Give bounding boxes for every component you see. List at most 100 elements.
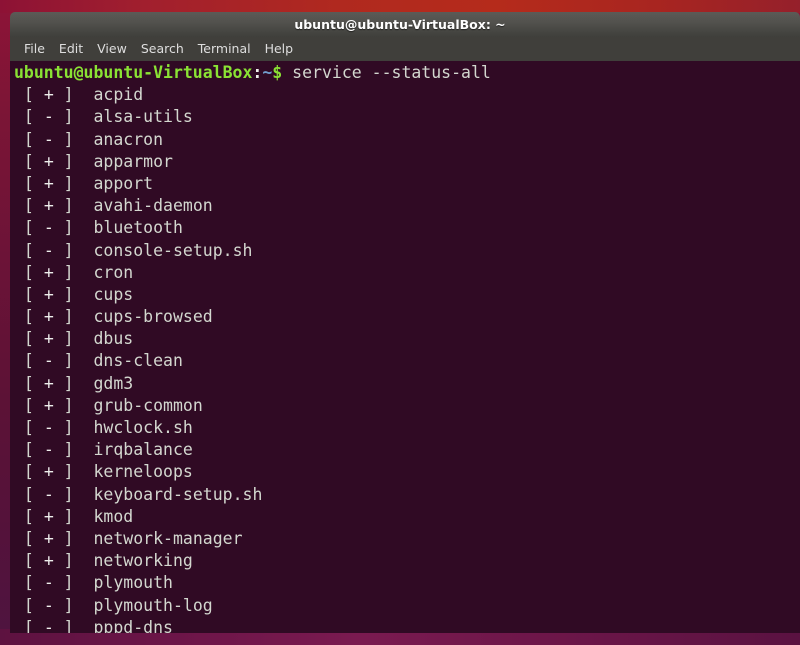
service-row: [ + ] gdm3 bbox=[14, 373, 800, 395]
service-status-close: ] bbox=[54, 618, 94, 633]
menu-item-terminal[interactable]: Terminal bbox=[191, 37, 258, 61]
service-row: [ + ] apport bbox=[14, 173, 800, 195]
service-status-indicator: - bbox=[44, 596, 54, 615]
service-name: pppd-dns bbox=[94, 618, 173, 633]
service-status-close: ] bbox=[54, 130, 94, 149]
service-row: [ - ] keyboard-setup.sh bbox=[14, 484, 800, 506]
service-name: grub-common bbox=[94, 396, 203, 415]
prompt-colon: : bbox=[252, 63, 262, 82]
service-status-indicator: + bbox=[44, 196, 54, 215]
service-status-close: ] bbox=[54, 374, 94, 393]
service-status-open: [ bbox=[14, 285, 44, 304]
service-name: gdm3 bbox=[94, 374, 134, 393]
service-name: apport bbox=[94, 174, 154, 193]
service-status-indicator: - bbox=[44, 218, 54, 237]
service-status-indicator: + bbox=[44, 307, 54, 326]
service-status-indicator: + bbox=[44, 174, 54, 193]
service-status-open: [ bbox=[14, 152, 44, 171]
service-status-indicator: + bbox=[44, 285, 54, 304]
service-row: [ + ] apparmor bbox=[14, 151, 800, 173]
terminal-window: ubuntu@ubuntu-VirtualBox: ~ File Edit Vi… bbox=[10, 12, 800, 633]
menu-item-file[interactable]: File bbox=[17, 37, 52, 61]
service-row: [ + ] network-manager bbox=[14, 528, 800, 550]
service-status-open: [ bbox=[14, 485, 44, 504]
service-row: [ - ] plymouth bbox=[14, 572, 800, 594]
service-status-indicator: - bbox=[44, 351, 54, 370]
service-status-close: ] bbox=[54, 551, 94, 570]
service-row: [ + ] cups-browsed bbox=[14, 306, 800, 328]
service-status-close: ] bbox=[54, 351, 94, 370]
service-name: cups bbox=[94, 285, 134, 304]
service-status-open: [ bbox=[14, 329, 44, 348]
menu-item-edit[interactable]: Edit bbox=[52, 37, 90, 61]
service-status-indicator: + bbox=[44, 529, 54, 548]
service-list: [ + ] acpid [ - ] alsa-utils [ - ] anacr… bbox=[14, 84, 800, 633]
prompt-user-host: ubuntu@ubuntu-VirtualBox bbox=[14, 63, 252, 82]
service-status-open: [ bbox=[14, 218, 44, 237]
service-status-open: [ bbox=[14, 374, 44, 393]
service-status-indicator: + bbox=[44, 263, 54, 282]
service-status-close: ] bbox=[54, 196, 94, 215]
service-status-close: ] bbox=[54, 241, 94, 260]
service-status-close: ] bbox=[54, 573, 94, 592]
service-status-indicator: + bbox=[44, 329, 54, 348]
service-status-indicator: - bbox=[44, 618, 54, 633]
service-status-indicator: + bbox=[44, 507, 54, 526]
service-name: acpid bbox=[94, 85, 144, 104]
service-status-open: [ bbox=[14, 573, 44, 592]
service-status-close: ] bbox=[54, 396, 94, 415]
service-name: bluetooth bbox=[94, 218, 183, 237]
service-name: kmod bbox=[94, 507, 134, 526]
service-status-close: ] bbox=[54, 596, 94, 615]
service-name: apparmor bbox=[94, 152, 173, 171]
terminal-body[interactable]: ubuntu@ubuntu-VirtualBox:~$ service --st… bbox=[10, 61, 800, 633]
prompt-path: ~ bbox=[262, 63, 272, 82]
service-row: [ + ] kerneloops bbox=[14, 461, 800, 483]
menu-item-help[interactable]: Help bbox=[258, 37, 301, 61]
service-status-open: [ bbox=[14, 418, 44, 437]
service-name: plymouth bbox=[94, 573, 173, 592]
service-name: dns-clean bbox=[94, 351, 183, 370]
service-status-indicator: + bbox=[44, 462, 54, 481]
terminal-screen: ubuntu@ubuntu-VirtualBox:~$ service --st… bbox=[14, 61, 800, 633]
service-status-indicator: + bbox=[44, 85, 54, 104]
service-status-open: [ bbox=[14, 107, 44, 126]
service-status-indicator: + bbox=[44, 396, 54, 415]
menu-item-view[interactable]: View bbox=[90, 37, 134, 61]
service-name: avahi-daemon bbox=[94, 196, 213, 215]
service-row: [ + ] avahi-daemon bbox=[14, 195, 800, 217]
service-row: [ + ] acpid bbox=[14, 84, 800, 106]
service-status-close: ] bbox=[54, 507, 94, 526]
service-row: [ - ] irqbalance bbox=[14, 439, 800, 461]
service-status-open: [ bbox=[14, 529, 44, 548]
service-status-close: ] bbox=[54, 174, 94, 193]
service-name: keyboard-setup.sh bbox=[94, 485, 263, 504]
service-row: [ - ] dns-clean bbox=[14, 350, 800, 372]
service-name: plymouth-log bbox=[94, 596, 213, 615]
service-row: [ + ] kmod bbox=[14, 506, 800, 528]
service-name: alsa-utils bbox=[94, 107, 193, 126]
service-status-close: ] bbox=[54, 85, 94, 104]
service-name: network-manager bbox=[94, 529, 243, 548]
prompt-line: ubuntu@ubuntu-VirtualBox:~$ service --st… bbox=[14, 62, 800, 84]
service-name: hwclock.sh bbox=[94, 418, 193, 437]
service-status-open: [ bbox=[14, 263, 44, 282]
service-status-open: [ bbox=[14, 462, 44, 481]
service-row: [ - ] console-setup.sh bbox=[14, 240, 800, 262]
service-status-close: ] bbox=[54, 329, 94, 348]
service-status-indicator: - bbox=[44, 418, 54, 437]
service-status-open: [ bbox=[14, 307, 44, 326]
service-status-close: ] bbox=[54, 307, 94, 326]
command-text: service --status-all bbox=[292, 63, 491, 82]
service-status-indicator: - bbox=[44, 573, 54, 592]
service-name: irqbalance bbox=[94, 440, 193, 459]
service-status-open: [ bbox=[14, 507, 44, 526]
title-bar[interactable]: ubuntu@ubuntu-VirtualBox: ~ bbox=[10, 12, 800, 37]
menu-item-search[interactable]: Search bbox=[134, 37, 191, 61]
prompt-space bbox=[282, 63, 292, 82]
service-status-indicator: + bbox=[44, 374, 54, 393]
service-status-close: ] bbox=[54, 263, 94, 282]
service-row: [ - ] pppd-dns bbox=[14, 617, 800, 633]
service-status-open: [ bbox=[14, 596, 44, 615]
window-title: ubuntu@ubuntu-VirtualBox: ~ bbox=[10, 12, 790, 37]
